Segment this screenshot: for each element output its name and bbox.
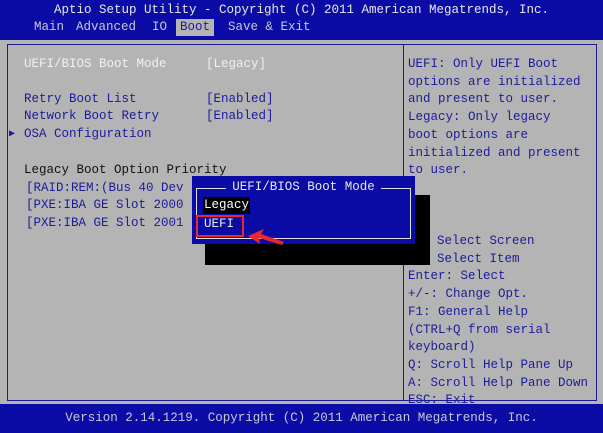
network-boot-retry-label[interactable]: Network Boot Retry xyxy=(24,108,159,125)
app-title: Aptio Setup Utility - Copyright (C) 2011… xyxy=(53,3,550,17)
help-key-line: Q: Scroll Help Pane Up xyxy=(408,357,574,372)
annotation-arrow-icon xyxy=(248,229,284,245)
tab-main[interactable]: Main xyxy=(30,19,68,36)
boot-mode-label[interactable]: UEFI/BIOS Boot Mode xyxy=(24,56,167,73)
boot-mode-value[interactable]: [Legacy] xyxy=(206,56,266,73)
popup-title: UEFI/BIOS Boot Mode xyxy=(226,180,381,194)
help-line: boot options are xyxy=(408,127,529,142)
network-boot-retry-value[interactable]: [Enabled] xyxy=(206,108,274,125)
help-line: Legacy: Only legacy xyxy=(408,110,551,125)
tab-advanced[interactable]: Advanced xyxy=(72,19,140,36)
legacy-option-1[interactable]: [RAID:REM:(Bus 40 Dev xyxy=(26,180,184,197)
help-line: to user. xyxy=(408,163,469,178)
legacy-option-2[interactable]: [PXE:IBA GE Slot 2000 xyxy=(26,197,184,214)
help-line: and present to user. xyxy=(408,92,559,107)
tab-io[interactable]: IO xyxy=(148,19,171,36)
option-legacy[interactable]: Legacy xyxy=(203,197,251,214)
retry-boot-list-label[interactable]: Retry Boot List xyxy=(24,91,137,108)
annotation-highlight-box xyxy=(196,215,244,237)
help-line: options are initialized xyxy=(408,74,581,89)
tab-save-exit[interactable]: Save & Exit xyxy=(224,19,315,36)
help-line: initialized and present xyxy=(408,145,581,160)
help-key-line: ESC: Exit xyxy=(408,393,476,408)
osa-configuration-link[interactable]: OSA Configuration xyxy=(24,126,152,143)
help-key-line: F1: General Help xyxy=(408,304,529,319)
help-line: UEFI: Only UEFI Boot xyxy=(408,57,559,71)
help-key-line: (CTRL+Q from serial xyxy=(408,322,551,337)
tab-boot[interactable]: Boot xyxy=(176,19,215,36)
help-key-line: keyboard) xyxy=(408,340,476,355)
footer-version: Version 2.14.1219. Copyright (C) 2011 Am… xyxy=(65,411,538,425)
help-key-line: Select Screen xyxy=(437,234,535,248)
retry-boot-list-value[interactable]: [Enabled] xyxy=(206,91,274,108)
help-key-line: A: Scroll Help Pane Down xyxy=(408,375,589,390)
help-key-line: +/-: Change Opt. xyxy=(408,287,529,302)
help-key-line: Enter: Select xyxy=(408,269,506,284)
submenu-arrow-icon: ▶ xyxy=(9,129,16,140)
legacy-option-3[interactable]: [PXE:IBA GE Slot 2001 xyxy=(26,215,184,232)
help-key-line: Select Item xyxy=(437,251,520,266)
